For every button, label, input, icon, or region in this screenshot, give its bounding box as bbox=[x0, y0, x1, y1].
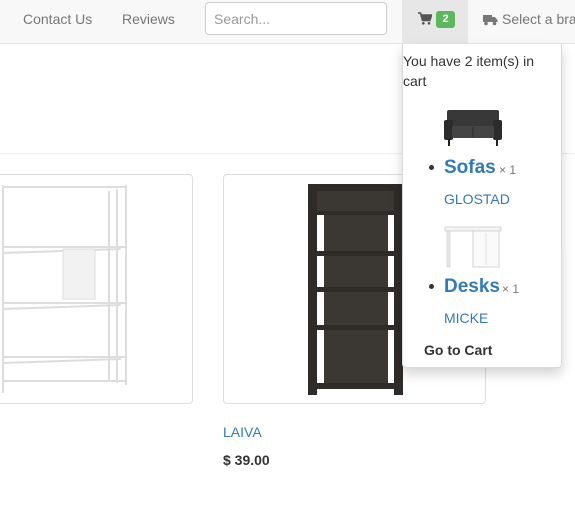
search-input[interactable] bbox=[205, 2, 387, 35]
cart-item-category-link[interactable]: Sofas bbox=[444, 157, 496, 179]
list-bullet bbox=[429, 165, 434, 170]
cart-item-name-link[interactable]: GLOSTAD bbox=[444, 191, 510, 207]
desk-thumbnail[interactable] bbox=[443, 223, 503, 269]
top-navbar: Contact Us Reviews 2 Select a bra bbox=[0, 0, 575, 44]
nav-contact-us-link[interactable]: Contact Us bbox=[23, 11, 92, 27]
product-price: $ 39.00 bbox=[223, 452, 270, 468]
cart-item-quantity: × 1 bbox=[502, 282, 520, 296]
product-thumbnail[interactable] bbox=[0, 174, 193, 404]
cart-item-category-link[interactable]: Desks bbox=[444, 276, 500, 298]
cart-count-badge: 2 bbox=[436, 11, 455, 28]
cart-summary-text: You have 2 item(s) in cart bbox=[403, 53, 534, 89]
sofa-thumbnail[interactable] bbox=[443, 106, 503, 148]
nav-reviews-link[interactable]: Reviews bbox=[122, 11, 175, 27]
cart-item-name-link[interactable]: MICKE bbox=[444, 310, 488, 326]
list-bullet bbox=[429, 284, 434, 289]
go-to-cart-link[interactable]: Go to Cart bbox=[424, 342, 492, 358]
truck-icon bbox=[483, 13, 498, 29]
cart-item-quantity: × 1 bbox=[499, 163, 517, 177]
shopping-cart-icon bbox=[418, 12, 433, 28]
brand-select-label: Select a bra bbox=[502, 11, 575, 27]
product-name-link[interactable]: LAIVA bbox=[223, 424, 262, 440]
cart-dropdown-toggle[interactable]: 2 bbox=[402, 0, 468, 44]
cart-dropdown-menu: You have 2 item(s) in cart Sofas × 1 GLO… bbox=[402, 44, 562, 368]
brand-select-menu[interactable]: Select a bra bbox=[483, 11, 575, 29]
white-shelf-image bbox=[2, 185, 127, 393]
